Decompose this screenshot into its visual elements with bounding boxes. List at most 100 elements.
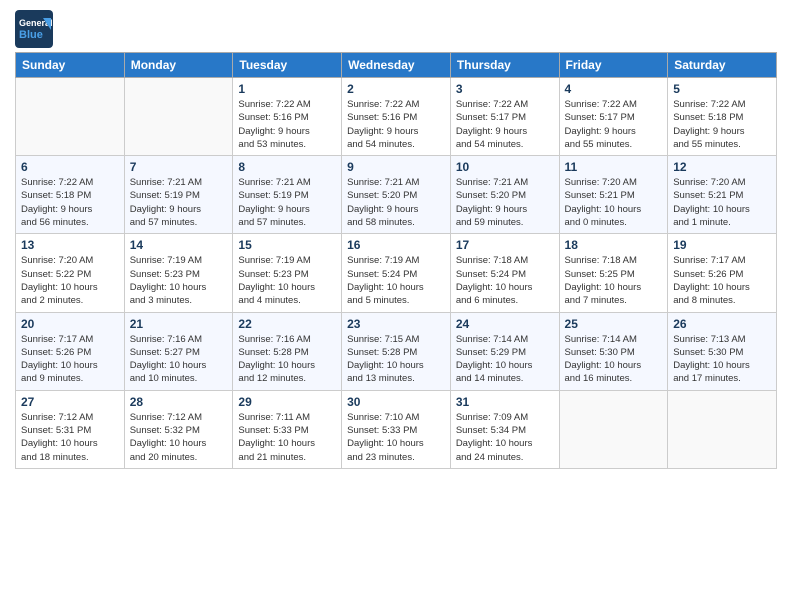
day-number: 30 <box>347 395 445 409</box>
calendar-cell: 3 Sunrise: 7:22 AMSunset: 5:17 PMDaylight… <box>450 78 559 156</box>
day-number: 29 <box>238 395 336 409</box>
weekday-header-thursday: Thursday <box>450 53 559 78</box>
day-number: 28 <box>130 395 228 409</box>
day-number: 21 <box>130 317 228 331</box>
weekday-header-saturday: Saturday <box>668 53 777 78</box>
calendar-cell: 18 Sunrise: 7:18 AMSunset: 5:25 PMDayligh… <box>559 234 668 312</box>
calendar-cell: 12 Sunrise: 7:20 AMSunset: 5:21 PMDayligh… <box>668 156 777 234</box>
calendar-cell <box>124 78 233 156</box>
day-number: 10 <box>456 160 554 174</box>
day-number: 7 <box>130 160 228 174</box>
calendar-cell: 2 Sunrise: 7:22 AMSunset: 5:16 PMDaylight… <box>342 78 451 156</box>
day-number: 23 <box>347 317 445 331</box>
day-info: Sunrise: 7:16 AMSunset: 5:27 PMDaylight:… <box>130 333 228 386</box>
calendar-cell: 16 Sunrise: 7:19 AMSunset: 5:24 PMDayligh… <box>342 234 451 312</box>
calendar-cell <box>668 390 777 468</box>
weekday-header-friday: Friday <box>559 53 668 78</box>
calendar-cell: 20 Sunrise: 7:17 AMSunset: 5:26 PMDayligh… <box>16 312 125 390</box>
day-info: Sunrise: 7:22 AMSunset: 5:17 PMDaylight:… <box>456 98 554 151</box>
day-info: Sunrise: 7:14 AMSunset: 5:30 PMDaylight:… <box>565 333 663 386</box>
day-info: Sunrise: 7:21 AMSunset: 5:19 PMDaylight:… <box>130 176 228 229</box>
day-number: 22 <box>238 317 336 331</box>
day-info: Sunrise: 7:18 AMSunset: 5:25 PMDaylight:… <box>565 254 663 307</box>
day-info: Sunrise: 7:12 AMSunset: 5:32 PMDaylight:… <box>130 411 228 464</box>
calendar-cell: 27 Sunrise: 7:12 AMSunset: 5:31 PMDayligh… <box>16 390 125 468</box>
day-info: Sunrise: 7:19 AMSunset: 5:23 PMDaylight:… <box>130 254 228 307</box>
calendar-cell: 14Sunrise: 7:19 AMSunset: 5:23 PMDayligh… <box>124 234 233 312</box>
calendar-cell: 21 Sunrise: 7:16 AMSunset: 5:27 PMDayligh… <box>124 312 233 390</box>
calendar-cell: 25 Sunrise: 7:14 AMSunset: 5:30 PMDayligh… <box>559 312 668 390</box>
weekday-header-wednesday: Wednesday <box>342 53 451 78</box>
calendar-cell: 4Sunrise: 7:22 AMSunset: 5:17 PMDaylight… <box>559 78 668 156</box>
day-info: Sunrise: 7:22 AMSunset: 5:18 PMDaylight:… <box>673 98 771 151</box>
day-number: 9 <box>347 160 445 174</box>
day-info: Sunrise: 7:21 AMSunset: 5:20 PMDaylight:… <box>456 176 554 229</box>
day-info: Sunrise: 7:19 AMSunset: 5:24 PMDaylight:… <box>347 254 445 307</box>
day-info: Sunrise: 7:09 AMSunset: 5:34 PMDaylight:… <box>456 411 554 464</box>
calendar-cell: 13 Sunrise: 7:20 AMSunset: 5:22 PMDayligh… <box>16 234 125 312</box>
calendar-cell: 6 Sunrise: 7:22 AMSunset: 5:18 PMDaylight… <box>16 156 125 234</box>
day-number: 13 <box>21 238 119 252</box>
calendar-cell: 31 Sunrise: 7:09 AMSunset: 5:34 PMDayligh… <box>450 390 559 468</box>
day-number: 6 <box>21 160 119 174</box>
calendar-cell: 28 Sunrise: 7:12 AMSunset: 5:32 PMDayligh… <box>124 390 233 468</box>
day-number: 16 <box>347 238 445 252</box>
day-number: 2 <box>347 82 445 96</box>
day-info: Sunrise: 7:12 AMSunset: 5:31 PMDaylight:… <box>21 411 119 464</box>
day-number: 17 <box>456 238 554 252</box>
day-number: 3 <box>456 82 554 96</box>
calendar-cell: 5Sunrise: 7:22 AMSunset: 5:18 PMDaylight… <box>668 78 777 156</box>
calendar-cell: 8 Sunrise: 7:21 AMSunset: 5:19 PMDaylight… <box>233 156 342 234</box>
day-info: Sunrise: 7:22 AMSunset: 5:18 PMDaylight:… <box>21 176 119 229</box>
calendar-cell: 17 Sunrise: 7:18 AMSunset: 5:24 PMDayligh… <box>450 234 559 312</box>
calendar-cell: 11Sunrise: 7:20 AMSunset: 5:21 PMDayligh… <box>559 156 668 234</box>
day-number: 8 <box>238 160 336 174</box>
calendar-cell: 22 Sunrise: 7:16 AMSunset: 5:28 PMDayligh… <box>233 312 342 390</box>
day-number: 12 <box>673 160 771 174</box>
day-info: Sunrise: 7:20 AMSunset: 5:21 PMDaylight:… <box>565 176 663 229</box>
weekday-header-tuesday: Tuesday <box>233 53 342 78</box>
calendar-cell: 19Sunrise: 7:17 AMSunset: 5:26 PMDayligh… <box>668 234 777 312</box>
calendar-cell: 23 Sunrise: 7:15 AMSunset: 5:28 PMDayligh… <box>342 312 451 390</box>
calendar-cell: 15 Sunrise: 7:19 AMSunset: 5:23 PMDayligh… <box>233 234 342 312</box>
day-info: Sunrise: 7:19 AMSunset: 5:23 PMDaylight:… <box>238 254 336 307</box>
day-info: Sunrise: 7:10 AMSunset: 5:33 PMDaylight:… <box>347 411 445 464</box>
day-number: 25 <box>565 317 663 331</box>
weekday-header-monday: Monday <box>124 53 233 78</box>
day-info: Sunrise: 7:20 AMSunset: 5:21 PMDaylight:… <box>673 176 771 229</box>
calendar-cell: 24 Sunrise: 7:14 AMSunset: 5:29 PMDayligh… <box>450 312 559 390</box>
day-number: 18 <box>565 238 663 252</box>
day-info: Sunrise: 7:15 AMSunset: 5:28 PMDaylight:… <box>347 333 445 386</box>
day-number: 27 <box>21 395 119 409</box>
calendar-cell: 1 Sunrise: 7:22 AMSunset: 5:16 PMDaylight… <box>233 78 342 156</box>
day-info: Sunrise: 7:17 AMSunset: 5:26 PMDaylight:… <box>673 254 771 307</box>
day-info: Sunrise: 7:22 AMSunset: 5:17 PMDaylight:… <box>565 98 663 151</box>
day-number: 1 <box>238 82 336 96</box>
day-number: 24 <box>456 317 554 331</box>
day-info: Sunrise: 7:14 AMSunset: 5:29 PMDaylight:… <box>456 333 554 386</box>
calendar-cell: 10 Sunrise: 7:21 AMSunset: 5:20 PMDayligh… <box>450 156 559 234</box>
calendar-cell <box>16 78 125 156</box>
day-info: Sunrise: 7:22 AMSunset: 5:16 PMDaylight:… <box>347 98 445 151</box>
weekday-header-sunday: Sunday <box>16 53 125 78</box>
day-info: Sunrise: 7:16 AMSunset: 5:28 PMDaylight:… <box>238 333 336 386</box>
day-number: 26 <box>673 317 771 331</box>
day-info: Sunrise: 7:20 AMSunset: 5:22 PMDaylight:… <box>21 254 119 307</box>
calendar-cell: 29Sunrise: 7:11 AMSunset: 5:33 PMDayligh… <box>233 390 342 468</box>
calendar: SundayMondayTuesdayWednesdayThursdayFrid… <box>15 52 777 469</box>
day-number: 20 <box>21 317 119 331</box>
logo-icon: General Blue <box>15 10 53 48</box>
calendar-cell: 26 Sunrise: 7:13 AMSunset: 5:30 PMDayligh… <box>668 312 777 390</box>
day-number: 15 <box>238 238 336 252</box>
logo: General Blue <box>15 10 56 48</box>
day-info: Sunrise: 7:22 AMSunset: 5:16 PMDaylight:… <box>238 98 336 151</box>
svg-text:Blue: Blue <box>19 29 43 41</box>
calendar-cell: 9 Sunrise: 7:21 AMSunset: 5:20 PMDaylight… <box>342 156 451 234</box>
day-info: Sunrise: 7:13 AMSunset: 5:30 PMDaylight:… <box>673 333 771 386</box>
calendar-cell <box>559 390 668 468</box>
day-info: Sunrise: 7:21 AMSunset: 5:20 PMDaylight:… <box>347 176 445 229</box>
day-number: 31 <box>456 395 554 409</box>
day-info: Sunrise: 7:21 AMSunset: 5:19 PMDaylight:… <box>238 176 336 229</box>
day-info: Sunrise: 7:17 AMSunset: 5:26 PMDaylight:… <box>21 333 119 386</box>
day-info: Sunrise: 7:18 AMSunset: 5:24 PMDaylight:… <box>456 254 554 307</box>
